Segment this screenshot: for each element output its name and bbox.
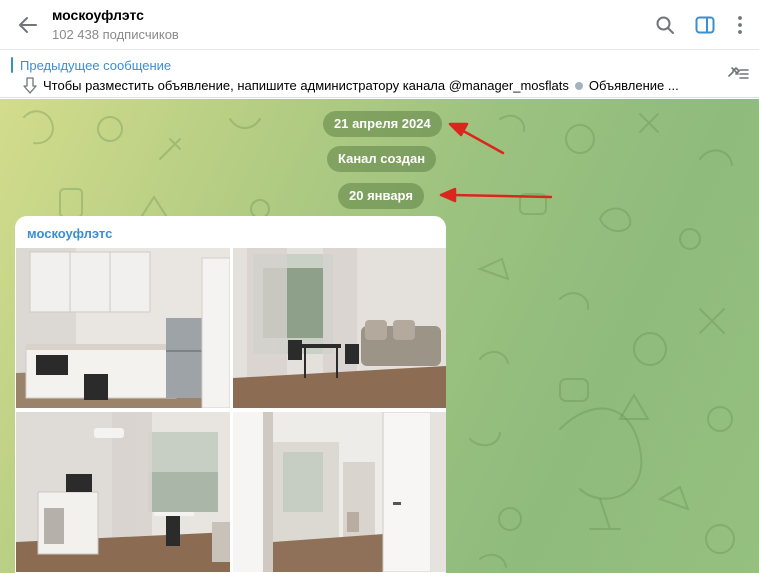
pinned-text-next: Объявление ... bbox=[588, 78, 679, 93]
subscriber-count: 102 438 подписчиков bbox=[52, 27, 179, 42]
living-room-photo[interactable] bbox=[233, 248, 446, 408]
arrow-down-icon bbox=[23, 77, 37, 94]
pinned-title: Предыдущее сообщение bbox=[20, 58, 172, 73]
more-vertical-icon[interactable] bbox=[728, 13, 752, 37]
pinned-list-icon[interactable] bbox=[723, 62, 751, 84]
sidebar-toggle-icon[interactable] bbox=[693, 13, 717, 37]
channel-title[interactable]: москоуфлэтс bbox=[52, 7, 144, 23]
message-bubble[interactable]: москоуфлэтс bbox=[15, 216, 446, 573]
chat-header: москоуфлэтс 102 438 подписчиков bbox=[0, 0, 759, 50]
message-author[interactable]: москоуфлэтс bbox=[27, 226, 112, 241]
doorway-photo[interactable] bbox=[233, 412, 446, 572]
bedroom-photo[interactable] bbox=[16, 412, 230, 572]
service-message-channel-created: Канал создан bbox=[327, 146, 437, 172]
search-icon[interactable] bbox=[653, 13, 677, 37]
pinned-text-main: Чтобы разместить объявление, напишите ад… bbox=[43, 78, 569, 93]
chat-area[interactable]: 21 апреля 2024 Канал создан 20 января мо… bbox=[0, 99, 759, 573]
kitchen-photo[interactable] bbox=[16, 248, 230, 408]
pinned-message-bar[interactable]: Предыдущее сообщение Чтобы разместить об… bbox=[0, 51, 759, 98]
pinned-text: Чтобы разместить объявление, напишите ад… bbox=[43, 78, 713, 93]
date-separator-pill[interactable]: 21 апреля 2024 bbox=[323, 111, 442, 137]
pinned-accent-bar bbox=[11, 57, 13, 73]
pinned-separator-dot bbox=[574, 82, 583, 91]
arrow-left-icon[interactable] bbox=[16, 13, 40, 37]
date-separator-pill-2[interactable]: 20 января bbox=[338, 183, 424, 209]
